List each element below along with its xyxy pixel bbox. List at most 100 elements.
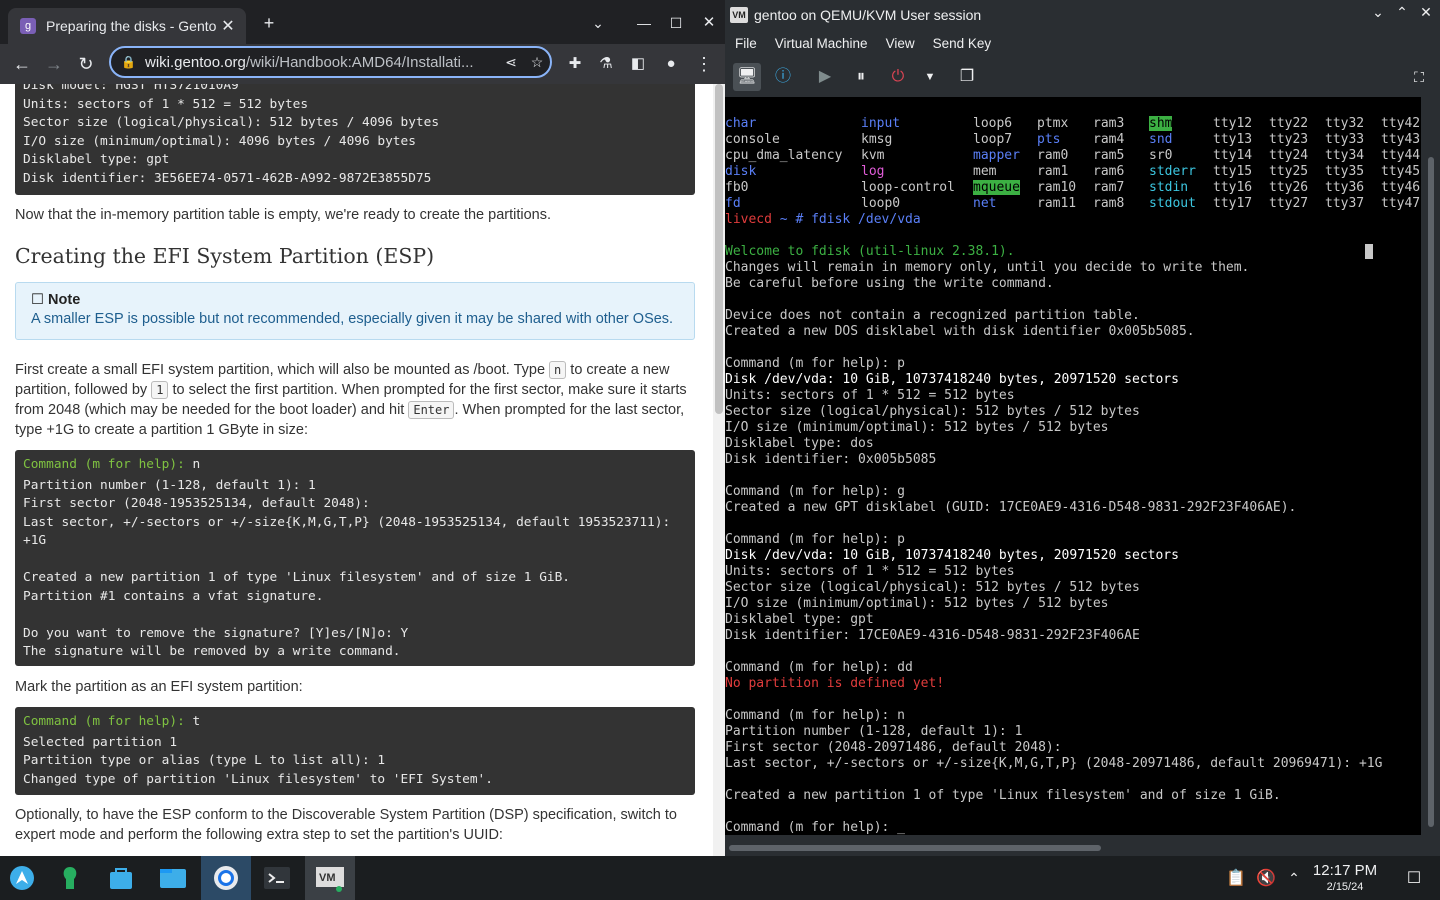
- show-desktop-icon[interactable]: ☐: [1394, 860, 1434, 896]
- console-vertical-scrollbar[interactable]: [1423, 97, 1440, 835]
- page-scrollbar[interactable]: [713, 84, 725, 856]
- details-info-icon[interactable]: ⓘ: [769, 63, 797, 91]
- shell-prompt: livecd ~ # fdisk /dev/vda: [725, 212, 921, 227]
- code-line: First sector (2048-1953525134, default 2…: [23, 496, 370, 511]
- terminal-line: Command (m for help): p: [725, 532, 906, 547]
- code-line: Selected partition 1: [23, 734, 178, 750]
- paragraph: First create a small EFI system partitio…: [15, 361, 687, 438]
- ls-entry: tty17: [1213, 196, 1253, 211]
- minimize-icon[interactable]: —: [633, 12, 655, 34]
- terminal-line: Sector size (logical/physical): 512 byte…: [725, 404, 1140, 419]
- share-icon[interactable]: ⋖: [498, 54, 524, 71]
- address-bar[interactable]: 🔒 wiki.gentoo.org/wiki/Handbook:AMD64/In…: [109, 46, 552, 78]
- close-window-icon[interactable]: ✕: [698, 12, 720, 34]
- ls-entry: tty47: [1381, 196, 1421, 211]
- virt-manager-taskbar-icon[interactable]: VM: [305, 856, 355, 900]
- back-icon[interactable]: ←: [10, 52, 34, 76]
- kbd-key: n: [549, 361, 567, 379]
- ls-entry: tty35: [1325, 164, 1365, 179]
- minimize-icon[interactable]: ⌄: [1367, 4, 1389, 21]
- terminal-line: Command (m for help): g: [725, 484, 906, 499]
- scrollbar-thumb[interactable]: [715, 84, 723, 414]
- note-icon: ☐: [31, 292, 44, 308]
- console-view-icon[interactable]: 🖥: [733, 63, 761, 91]
- store-bag-icon[interactable]: [101, 860, 141, 896]
- file-manager-icon[interactable]: [153, 860, 193, 896]
- page-content: Disk model: HGST HTS721010A9 Units: secto…: [0, 84, 713, 856]
- ls-column: tty12 tty13 tty14 tty15 tty16 tty17: [1213, 116, 1252, 212]
- ls-column: tty42 tty43 tty44 tty45 tty46 tty47: [1381, 116, 1420, 212]
- ls-entry: snd: [1149, 132, 1173, 147]
- code-line: Partition #1 contains a vfat signature.: [23, 588, 324, 604]
- ls-entry: mem: [973, 164, 997, 179]
- ls-entry: ram3: [1093, 116, 1125, 131]
- reload-icon[interactable]: ↻: [74, 52, 98, 76]
- terminal-line: Disk /dev/vda: 10 GiB, 10737418240 bytes…: [725, 372, 1179, 387]
- code-line: Disk identifier: 3E56EE74-0571-462B-A992…: [23, 170, 432, 186]
- vm-console-terminal[interactable]: char console cpu_dma_latency disk fb0 fd input…: [725, 97, 1421, 835]
- ls-entry: cpu_dma_latency: [725, 148, 843, 163]
- ls-entry: pts: [1037, 132, 1061, 147]
- tab-active[interactable]: g Preparing the disks - Gento ✕: [8, 8, 246, 44]
- fullscreen-icon[interactable]: ⛶: [1405, 63, 1433, 91]
- browser-window: g Preparing the disks - Gento ✕ + ⌄ — ☐ …: [0, 0, 725, 856]
- scrollbar-thumb[interactable]: [1428, 157, 1434, 827]
- discover-icon[interactable]: [50, 860, 90, 896]
- chrome-taskbar-icon[interactable]: [201, 856, 251, 900]
- ls-entry: tty16: [1213, 180, 1253, 195]
- ls-entry: tty34: [1325, 148, 1365, 163]
- code-block-disk-info: Disk model: HGST HTS721010A9 Units: secto…: [15, 84, 695, 195]
- clock[interactable]: 12:17 PM 2/15/24: [1300, 862, 1390, 894]
- terminal-line: No partition is defined yet!: [725, 676, 945, 691]
- console-horizontal-scrollbar[interactable]: [725, 840, 1440, 856]
- maximize-icon[interactable]: ⌃: [1391, 4, 1413, 21]
- menu-view[interactable]: View: [886, 36, 915, 51]
- side-panel-icon[interactable]: ◧: [626, 52, 650, 76]
- power-dropdown-icon[interactable]: ▼: [916, 63, 944, 91]
- terminal-line: Created a new GPT disklabel (GUID: 17CE0…: [725, 500, 1297, 515]
- pause-icon[interactable]: ⏸: [847, 63, 875, 91]
- profile-avatar-icon[interactable]: ●: [659, 52, 683, 76]
- menu-file[interactable]: File: [735, 36, 757, 51]
- new-tab-button[interactable]: +: [258, 12, 280, 34]
- code-line: +1G: [23, 533, 47, 548]
- forward-icon[interactable]: →: [42, 52, 66, 76]
- ls-entry: tty33: [1325, 132, 1365, 147]
- clock-date: 2/15/24: [1326, 881, 1364, 893]
- snapshots-icon[interactable]: ❐: [953, 63, 981, 91]
- menu-kebab-icon[interactable]: ⋮: [692, 52, 716, 76]
- terminal-line: Changes will remain in memory only, unti…: [725, 260, 1250, 275]
- app-launcher-icon[interactable]: [2, 860, 42, 896]
- maximize-icon[interactable]: ☐: [665, 12, 687, 34]
- terminal-line: Command (m for help): n: [725, 708, 906, 723]
- ls-entry: shm: [1149, 116, 1173, 131]
- terminal-line: Disk identifier: 17CE0AE9-4316-D548-9831…: [725, 628, 1140, 643]
- run-icon[interactable]: ▶: [811, 63, 839, 91]
- menu-virtual-machine[interactable]: Virtual Machine: [775, 36, 868, 51]
- labs-icon[interactable]: ⚗: [594, 52, 618, 76]
- svg-text:VM: VM: [319, 872, 336, 884]
- terminal-icon[interactable]: [257, 860, 297, 896]
- bookmark-star-icon[interactable]: ☆: [524, 54, 550, 71]
- power-off-icon[interactable]: ⏻: [884, 63, 912, 91]
- close-tab-icon[interactable]: ✕: [218, 16, 238, 36]
- paragraph: Now that the in-memory partition table i…: [15, 207, 552, 223]
- terminal-line: Units: sectors of 1 * 512 = 512 bytes: [725, 388, 1015, 403]
- scrollbar-thumb[interactable]: [729, 845, 1101, 851]
- ls-entry: tty43: [1381, 132, 1421, 147]
- ls-entry: tty27: [1269, 196, 1309, 211]
- kbd-key: Enter: [408, 401, 455, 419]
- ls-entry: tty45: [1381, 164, 1421, 179]
- menu-send-key[interactable]: Send Key: [933, 36, 992, 51]
- ls-entry: tty25: [1269, 164, 1309, 179]
- terminal-line: Units: sectors of 1 * 512 = 512 bytes: [725, 564, 1015, 579]
- ls-entry: ram8: [1093, 196, 1125, 211]
- ls-entry: tty13: [1213, 132, 1253, 147]
- code-line: I/O size (minimum/optimal): 4096 bytes /…: [23, 133, 416, 149]
- extensions-icon[interactable]: ✚: [563, 52, 587, 76]
- close-window-icon[interactable]: ✕: [1415, 4, 1437, 21]
- ls-entry: log: [861, 164, 885, 179]
- terminal-line: Command (m for help): _: [725, 820, 906, 835]
- tab-search-icon[interactable]: ⌄: [587, 12, 609, 34]
